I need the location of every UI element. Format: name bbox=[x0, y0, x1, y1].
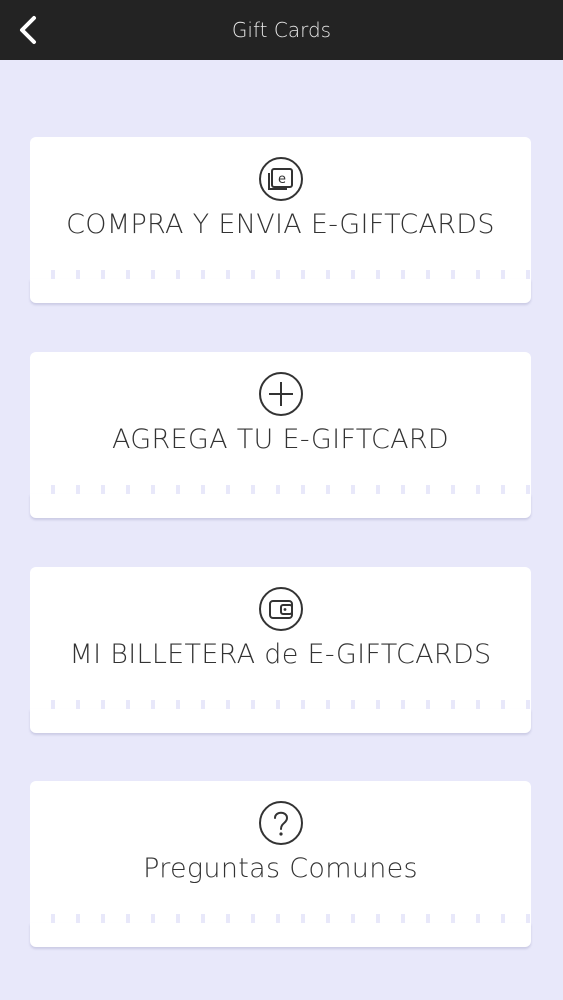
card-label: AGREGA TU E-GIFTCARD bbox=[111, 424, 450, 455]
top-bar: Gift Cards bbox=[0, 0, 563, 60]
e-card-icon: e bbox=[259, 157, 303, 201]
card-stub bbox=[30, 923, 531, 947]
card-stub bbox=[30, 709, 531, 733]
wallet-egiftcards-card[interactable]: MI BILLETERA de E-GIFTCARDS bbox=[30, 567, 531, 733]
add-egiftcard-card[interactable]: AGREGA TU E-GIFTCARD bbox=[30, 352, 531, 518]
page-title: Gift Cards bbox=[231, 18, 332, 42]
faq-card[interactable]: Preguntas Comunes bbox=[30, 781, 531, 947]
card-label: MI BILLETERA de E-GIFTCARDS bbox=[69, 639, 492, 670]
plus-circle-icon bbox=[259, 372, 303, 416]
buy-send-egiftcards-card[interactable]: e COMPRA Y ENVIA E-GIFTCARDS bbox=[30, 137, 531, 303]
wallet-icon bbox=[259, 587, 303, 631]
question-icon bbox=[259, 801, 303, 845]
card-label: Preguntas Comunes bbox=[143, 853, 418, 884]
svg-text:e: e bbox=[278, 172, 286, 187]
card-stub bbox=[30, 279, 531, 303]
card-stub bbox=[30, 494, 531, 518]
card-label: COMPRA Y ENVIA E-GIFTCARDS bbox=[66, 209, 495, 240]
